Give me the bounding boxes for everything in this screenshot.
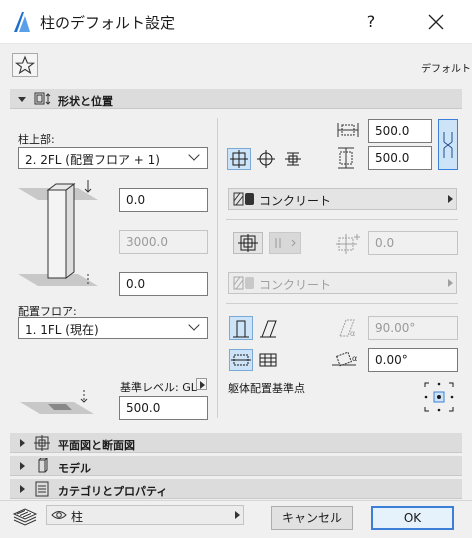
column-slanted-button[interactable] [256,316,280,340]
rotation-free-button[interactable] [229,349,253,371]
width-input[interactable]: 500.0 [368,119,432,143]
link-dimensions-toggle[interactable] [438,119,458,170]
anchor-label: 躯体配置基準点 [228,382,305,395]
veneer-core-icon [238,234,258,252]
material-icon [233,276,254,290]
rectangular-column-icon [230,150,248,168]
reference-level-input[interactable]: 500.0 [119,396,208,420]
panel-divider [217,118,218,418]
width-icon [336,120,362,140]
circular-column-icon [257,150,275,168]
top-link-label: 柱上部: [18,133,55,146]
layers-icon [12,506,38,526]
material-icon [233,192,254,206]
shape-rectangular-button[interactable] [227,148,251,170]
floorplan-icon [33,435,51,451]
expand-triangle-icon[interactable] [18,97,26,102]
bottom-offset-input[interactable]: 0.0 [119,272,208,296]
veneer-thickness-icon [335,232,361,254]
veneer-material-value: コンクリート [259,278,332,292]
panel-separator [226,219,458,220]
home-story-select[interactable]: 1. 1FL (現在) [18,317,208,339]
favorites-button[interactable] [12,53,38,77]
section-title-category: カテゴリとプロパティ [58,485,168,498]
veneer-type-select [269,232,301,254]
slant-angle-input: 90.00° [368,316,458,340]
svg-text:α: α [350,329,355,338]
shape-profile-button[interactable] [281,148,305,170]
depth-input[interactable]: 500.0 [368,146,432,170]
rotation-grid-icon [259,353,277,367]
expand-triangle-icon[interactable] [20,439,25,447]
anchor-point-picker[interactable] [423,381,455,413]
eye-icon [51,511,67,519]
app-logo-icon [12,10,32,34]
rotation-free-icon [231,354,251,366]
cancel-button[interactable]: キャンセル [271,506,353,530]
arrow-right-icon [448,279,453,287]
panel-separator [226,303,458,304]
arrow-right-icon [235,511,240,519]
core-material-select[interactable]: コンクリート [228,188,457,210]
section-title-model: モデル [58,462,91,475]
rotation-angle-input[interactable]: 0.00° [368,348,458,372]
footer-separator [0,500,472,501]
anchor-point-icon [424,382,454,412]
link-chain-icon [443,132,453,158]
arrow-right-icon [200,381,205,389]
veneer-thickness-input: 0.0 [368,231,458,255]
help-button[interactable]: ? [360,10,382,34]
top-offset-input[interactable]: 0.0 [119,188,208,212]
ok-button[interactable]: OK [371,506,454,530]
veneer-type-icon [275,238,296,248]
expand-triangle-icon[interactable] [20,485,25,493]
close-icon [428,14,444,30]
close-button[interactable] [424,10,448,34]
dialog-title: 柱のデフォルト設定 [40,14,176,32]
layer-value: 柱 [71,510,84,524]
layer-select[interactable]: 柱 [46,505,244,525]
shape-circular-button[interactable] [254,148,278,170]
veneer-material-select: コンクリート [228,272,457,294]
column-elevation-diagram [18,178,102,306]
column-straight-button[interactable] [229,316,253,340]
section-title-floorplan: 平面図と断面図 [58,439,135,452]
model-icon [34,458,50,474]
veneer-core-button[interactable] [233,232,263,254]
top-link-value: 2. 2FL (配置フロア + 1) [25,153,160,167]
rotation-angle-icon: α [330,349,362,371]
home-story-value: 1. 1FL (現在) [25,323,99,337]
svg-text:α: α [352,354,357,363]
slant-angle-icon: α [336,318,360,338]
profile-column-icon [285,152,301,166]
arrow-right-icon [448,195,453,203]
category-icon [34,481,50,497]
height-input: 3000.0 [119,230,208,254]
section-title-shape: 形状と位置 [58,95,113,108]
reference-level-diagram [18,388,98,418]
straight-column-icon [233,320,249,338]
column-shape-icon [33,91,53,107]
depth-icon [336,146,356,170]
top-link-select[interactable]: 2. 2FL (配置フロア + 1) [18,147,208,169]
reference-level-label: 基準レベル: GL [120,381,197,394]
reference-level-picker[interactable] [196,378,207,390]
core-material-value: コンクリート [259,194,332,208]
default-label: デフォルト [421,64,471,75]
star-icon [14,55,36,75]
rotation-grid-button[interactable] [256,349,280,371]
slanted-column-icon [260,320,277,338]
expand-triangle-icon[interactable] [20,462,25,470]
